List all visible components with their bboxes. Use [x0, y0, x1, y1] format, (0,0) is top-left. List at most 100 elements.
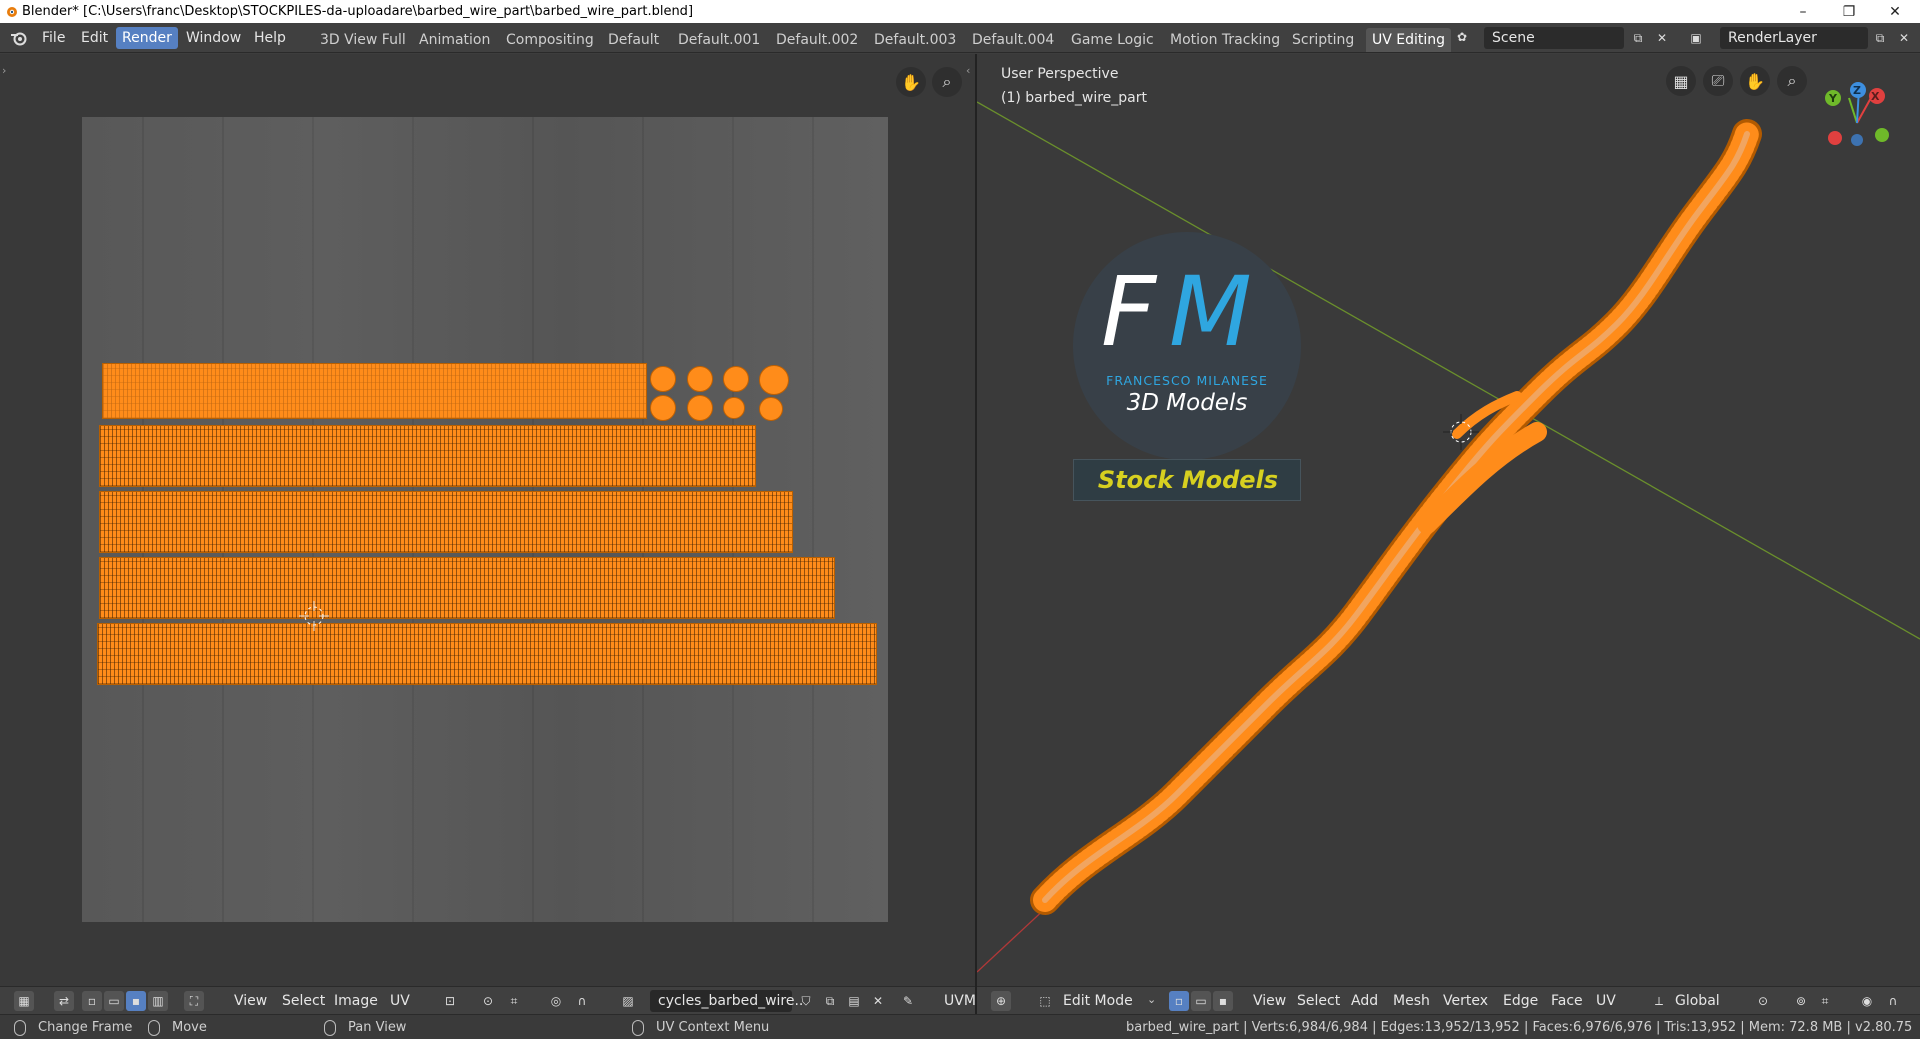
vertex-select-icon[interactable]: ▫ [1169, 991, 1189, 1011]
2d-cursor-icon[interactable] [297, 599, 331, 633]
uv-editor-area[interactable]: ✋ ⌕ › ‹ [0, 54, 976, 986]
vp-menu-face[interactable]: Face [1547, 990, 1587, 1012]
unlink-image-icon[interactable]: ✕ [868, 991, 888, 1011]
falloff-icon[interactable]: ∩ [1883, 991, 1903, 1011]
blender-menu-icon[interactable] [10, 30, 28, 46]
vp-menu-edge[interactable]: Edge [1499, 990, 1542, 1012]
tab-default-001[interactable]: Default.001 [672, 28, 766, 52]
pivot-icon[interactable]: ⊙ [1753, 991, 1773, 1011]
vp-menu-mesh[interactable]: Mesh [1389, 990, 1434, 1012]
mode-icon[interactable]: ⬚ [1035, 991, 1055, 1011]
new-layer-icon[interactable]: ⧉ [1870, 28, 1890, 48]
uv-island[interactable] [723, 397, 745, 419]
tab-3d-view-full[interactable]: 3D View Full [314, 28, 412, 52]
tab-default[interactable]: Default [602, 28, 665, 52]
menu-window[interactable]: Window [180, 27, 247, 49]
tab-default-003[interactable]: Default.003 [868, 28, 962, 52]
maximize-button[interactable]: ❐ [1826, 0, 1872, 23]
edge-select-icon[interactable]: ▭ [1191, 991, 1211, 1011]
pan-view-icon[interactable]: ✋ [1740, 66, 1770, 96]
uv-menu-view[interactable]: View [230, 990, 271, 1012]
uv-island[interactable] [99, 425, 756, 487]
vertex-select-icon[interactable]: ▫ [82, 991, 102, 1011]
uv-island[interactable] [723, 366, 749, 392]
uv-texture-image[interactable] [82, 117, 888, 922]
3d-viewport[interactable]: User Perspective (1) barbed_wire_part ▦ … [977, 54, 1920, 986]
orientation-icon[interactable]: ⟂ [1649, 991, 1669, 1011]
new-scene-icon[interactable]: ⧉ [1628, 28, 1648, 48]
sticky-select-icon[interactable]: ⛶ [184, 991, 204, 1011]
uv-menu-uv[interactable]: UV [386, 990, 414, 1012]
render-layer-field[interactable]: RenderLayer [1720, 27, 1868, 49]
orientation-selector[interactable]: Global [1671, 990, 1724, 1012]
uv-island[interactable] [687, 366, 713, 392]
snap-icon[interactable]: ⊙ [478, 991, 498, 1011]
region-toggle-icon[interactable]: › [2, 64, 6, 77]
tab-uv-editing[interactable]: UV Editing [1366, 28, 1452, 52]
delete-layer-icon[interactable]: ✕ [1894, 28, 1914, 48]
uv-island[interactable] [99, 491, 793, 553]
falloff-icon[interactable]: ∩ [572, 991, 592, 1011]
delete-scene-icon[interactable]: ✕ [1652, 28, 1672, 48]
open-image-icon[interactable]: ▤ [844, 991, 864, 1011]
tab-default-004[interactable]: Default.004 [966, 28, 1060, 52]
fake-user-icon[interactable]: ⛉ [796, 991, 816, 1011]
vp-menu-vertex[interactable]: Vertex [1439, 990, 1492, 1012]
tab-motion-tracking[interactable]: Motion Tracking [1164, 28, 1286, 52]
uv-island[interactable] [650, 395, 676, 421]
tab-default-002[interactable]: Default.002 [770, 28, 864, 52]
proportional-edit-icon[interactable]: ◉ [1857, 991, 1877, 1011]
island-select-icon[interactable]: ▥ [148, 991, 168, 1011]
edge-select-icon[interactable]: ▭ [104, 991, 124, 1011]
tab-game-logic[interactable]: Game Logic [1065, 28, 1160, 52]
vp-menu-view[interactable]: View [1249, 990, 1290, 1012]
minimize-button[interactable]: – [1780, 0, 1826, 23]
image-name-field[interactable]: cycles_barbed_wire.. [650, 990, 803, 1012]
toggle-grid-icon[interactable]: ▦ [1666, 66, 1696, 96]
proportional-edit-icon[interactable]: ◎ [546, 991, 566, 1011]
mode-dropdown-icon[interactable]: ⌄ [1147, 993, 1156, 1006]
editor-type-icon[interactable]: ⊕ [991, 991, 1011, 1011]
snap-target-icon[interactable]: ⌗ [504, 991, 524, 1011]
uv-island[interactable] [97, 623, 877, 685]
zoom-view-icon[interactable]: ⌕ [932, 67, 962, 97]
tab-compositing[interactable]: Compositing [500, 28, 600, 52]
face-select-icon[interactable]: ▪ [1213, 991, 1233, 1011]
scene-selector-icon[interactable]: ✿ [1452, 27, 1472, 47]
uv-island[interactable] [102, 363, 647, 419]
sidebar-toggle-icon[interactable]: ‹ [966, 64, 970, 77]
vp-menu-select[interactable]: Select [1293, 990, 1344, 1012]
render-layer-icon[interactable]: ▣ [1686, 28, 1706, 48]
uv-island[interactable] [687, 395, 713, 421]
editor-type-icon[interactable]: ▦ [14, 991, 34, 1011]
sync-selection-icon[interactable]: ⇄ [54, 991, 74, 1011]
vp-menu-add[interactable]: Add [1347, 990, 1382, 1012]
uv-menu-select[interactable]: Select [278, 990, 329, 1012]
camera-view-icon[interactable]: ⎚ [1703, 66, 1733, 96]
snap-target-icon[interactable]: ⌗ [1815, 991, 1835, 1011]
uv-menu-image[interactable]: Image [330, 990, 382, 1012]
snap-icon[interactable]: ⊚ [1791, 991, 1811, 1011]
menu-file[interactable]: File [36, 27, 71, 49]
menu-help[interactable]: Help [248, 27, 292, 49]
uv-island[interactable] [99, 557, 835, 619]
uv-island[interactable] [759, 397, 783, 421]
zoom-view-icon[interactable]: ⌕ [1777, 66, 1807, 96]
menu-render[interactable]: Render [116, 27, 178, 49]
mode-selector[interactable]: Edit Mode [1059, 990, 1139, 1012]
pivot-icon[interactable]: ⊡ [440, 991, 460, 1011]
uv-map-field[interactable]: UVM [940, 990, 980, 1012]
tab-scripting[interactable]: Scripting [1286, 28, 1360, 52]
menu-edit[interactable]: Edit [75, 27, 114, 49]
scene-name-field[interactable]: Scene [1484, 27, 1624, 49]
vp-menu-uv[interactable]: UV [1592, 990, 1620, 1012]
new-image-icon[interactable]: ⧉ [820, 991, 840, 1011]
tab-animation[interactable]: Animation [413, 28, 496, 52]
close-button[interactable]: ✕ [1872, 0, 1918, 23]
image-browse-icon[interactable]: ▨ [618, 991, 638, 1011]
face-select-icon[interactable]: ▪ [126, 991, 146, 1011]
pin-icon[interactable]: ✎ [898, 991, 918, 1011]
pan-view-icon[interactable]: ✋ [896, 67, 926, 97]
uv-island[interactable] [650, 366, 676, 392]
uv-island[interactable] [759, 365, 789, 395]
